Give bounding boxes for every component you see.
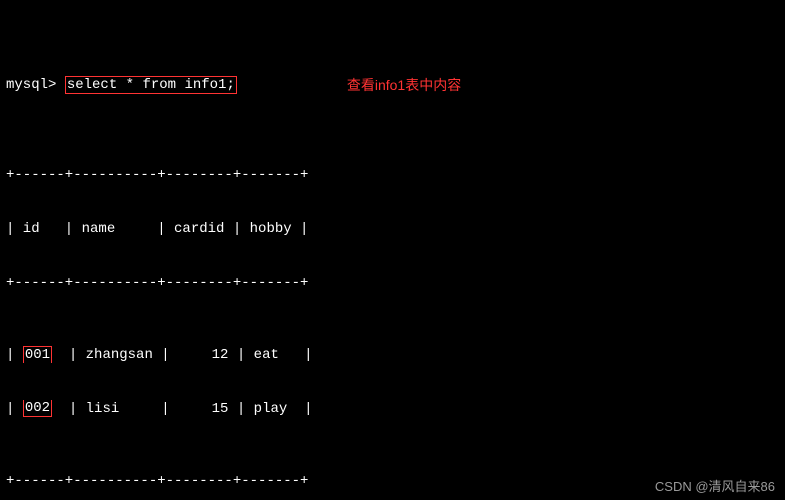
- table-row-prefix: |: [6, 346, 23, 364]
- table-border: +------+----------+--------+-------+: [6, 166, 779, 184]
- mysql-prompt: mysql>: [6, 76, 56, 94]
- cmd-select-1: select * from info1;: [67, 77, 235, 93]
- cell-id-002: 002: [25, 400, 50, 416]
- table-header: | id | name | cardid | hobby |: [6, 220, 779, 238]
- terminal: mysql> select * from info1; 查看info1表中内容 +…: [0, 0, 785, 500]
- table-row-prefix: |: [6, 400, 23, 418]
- watermark: CSDN @清风自来86: [655, 478, 775, 496]
- annotation-view-table: 查看info1表中内容: [347, 76, 461, 94]
- highlight-id-001: 001: [23, 346, 52, 363]
- table-border: +------+----------+--------+-------+: [6, 274, 779, 292]
- cell-id-001: 001: [25, 347, 50, 363]
- highlight-select-1: select * from info1;: [65, 76, 237, 94]
- highlight-id-002: 002: [23, 400, 52, 417]
- table-row: | lisi | 15 | play |: [52, 400, 312, 418]
- table-row: | zhangsan | 12 | eat |: [52, 346, 312, 364]
